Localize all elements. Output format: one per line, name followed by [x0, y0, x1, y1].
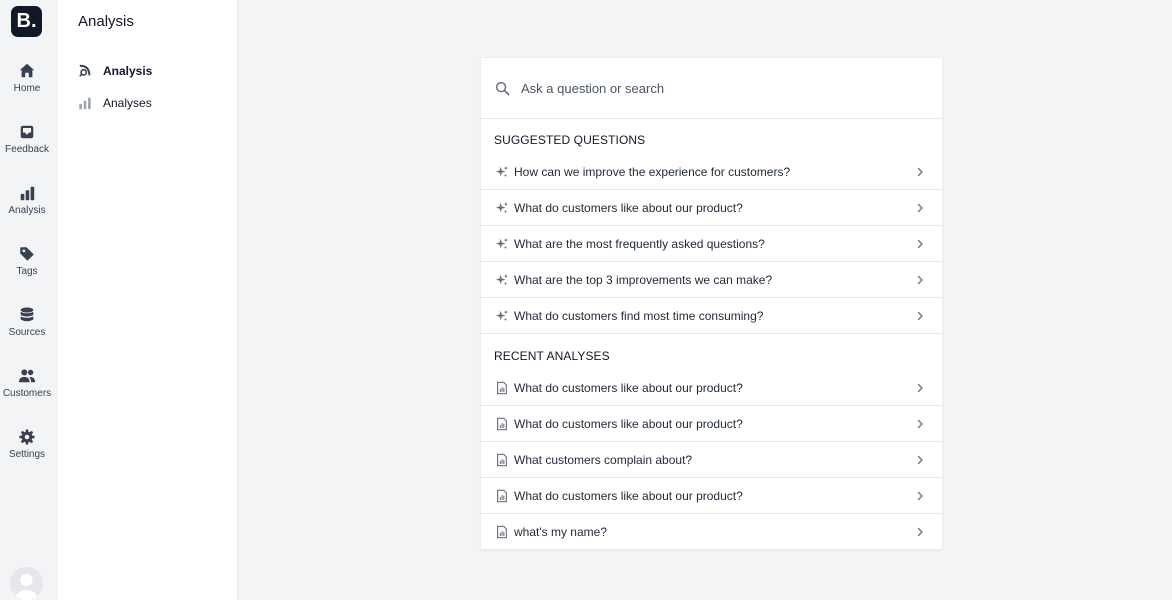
search-bar [481, 58, 942, 119]
users-icon [18, 369, 36, 383]
home-icon [19, 63, 35, 78]
sparkle-icon [495, 273, 509, 285]
sidebar-item-label: Analyses [103, 96, 152, 110]
chevron-right-icon [917, 491, 923, 500]
chevron-right-icon [917, 419, 923, 428]
search-input[interactable] [521, 80, 921, 96]
row-text: What are the most frequently asked quest… [514, 236, 765, 251]
document-icon [497, 489, 507, 502]
row-text: What do customers like about our product… [514, 380, 743, 395]
sidebar-item-analysis[interactable]: Analysis [78, 61, 152, 81]
document-icon [497, 453, 507, 466]
brand-logo[interactable]: B. [11, 6, 42, 37]
rail-item-settings[interactable]: Settings [0, 426, 54, 470]
rail-label: Tags [16, 266, 38, 277]
row-text: What do customers like about our product… [514, 416, 743, 431]
sparkle-icon [495, 237, 509, 249]
chevron-right-icon [917, 167, 923, 176]
row-text: What customers complain about? [514, 452, 693, 467]
rail-item-home[interactable]: Home [0, 60, 54, 104]
suggested-question-item[interactable]: What are the most frequently asked quest… [481, 226, 942, 262]
recent-analysis-item[interactable]: What do customers like about our product… [481, 406, 942, 442]
rail-label: Sources [8, 327, 46, 338]
rail-item-sources[interactable]: Sources [0, 304, 54, 348]
document-icon [497, 525, 507, 539]
row-text: What do customers find most time consumi… [514, 308, 764, 323]
row-text: What do customers like about our product… [514, 488, 743, 503]
bar-chart-icon [20, 186, 35, 201]
rail-label: Home [13, 83, 41, 94]
rail-label: Feedback [5, 144, 49, 155]
analysis-card: SUGGESTED QUESTIONS How can we improve t… [480, 57, 943, 550]
user-avatar[interactable] [10, 567, 43, 600]
recent-analyses-heading: RECENT ANALYSES [494, 349, 610, 363]
inbox-icon [20, 125, 34, 139]
chevron-right-icon [917, 527, 923, 537]
bar-chart-icon [79, 97, 91, 110]
row-text: How can we improve the experience for cu… [514, 164, 791, 179]
chevron-right-icon [917, 239, 923, 248]
sidebar-item-label: Analysis [103, 64, 153, 78]
rail-item-tags[interactable]: Tags [0, 243, 54, 287]
rail-label: Customers [2, 388, 52, 399]
suggested-question-item[interactable]: How can we improve the experience for cu… [481, 154, 942, 190]
search-icon [495, 81, 510, 95]
suggested-question-item[interactable]: What are the top 3 improvements we can m… [481, 262, 942, 298]
suggested-question-item[interactable]: What do customers find most time consumi… [481, 298, 942, 334]
tag-icon [20, 247, 34, 261]
chevron-right-icon [917, 383, 923, 392]
document-icon [497, 417, 507, 430]
row-text: What do customers like about our product… [514, 200, 743, 215]
document-icon [497, 381, 507, 394]
chevron-right-icon [917, 455, 923, 464]
analysis-search-icon [79, 64, 91, 77]
chevron-right-icon [917, 275, 923, 284]
rail-item-feedback[interactable]: Feedback [0, 121, 54, 165]
sparkle-icon [495, 165, 509, 177]
suggested-questions-heading: SUGGESTED QUESTIONS [494, 133, 646, 147]
sidebar-item-analyses[interactable]: Analyses [78, 93, 152, 113]
rail-label: Settings [8, 449, 46, 460]
icon-rail: B. Home Feedback Analysis Tags Sources C… [0, 0, 58, 600]
rail-item-customers[interactable]: Customers [0, 365, 54, 409]
recent-analysis-item[interactable]: What customers complain about? [481, 442, 942, 478]
sparkle-icon [495, 201, 509, 213]
sidebar-title: Analysis [78, 13, 134, 30]
recent-analysis-item[interactable]: What do customers like about our product… [481, 370, 942, 406]
chevron-right-icon [917, 203, 923, 212]
row-text: What are the top 3 improvements we can m… [514, 272, 773, 287]
recent-analysis-item[interactable]: What do customers like about our product… [481, 478, 942, 514]
sparkle-icon [495, 309, 509, 321]
row-text: what's my name? [514, 525, 607, 539]
recent-analysis-item[interactable]: what's my name? [481, 514, 942, 550]
chevron-right-icon [917, 311, 923, 320]
analysis-sidebar: Analysis Analysis Analyses [58, 0, 238, 600]
database-icon [20, 307, 34, 322]
rail-label: Analysis [8, 205, 46, 216]
suggested-question-item[interactable]: What do customers like about our product… [481, 190, 942, 226]
gear-icon [19, 429, 35, 445]
user-avatar-icon [10, 567, 43, 600]
rail-item-analysis[interactable]: Analysis [0, 182, 54, 226]
